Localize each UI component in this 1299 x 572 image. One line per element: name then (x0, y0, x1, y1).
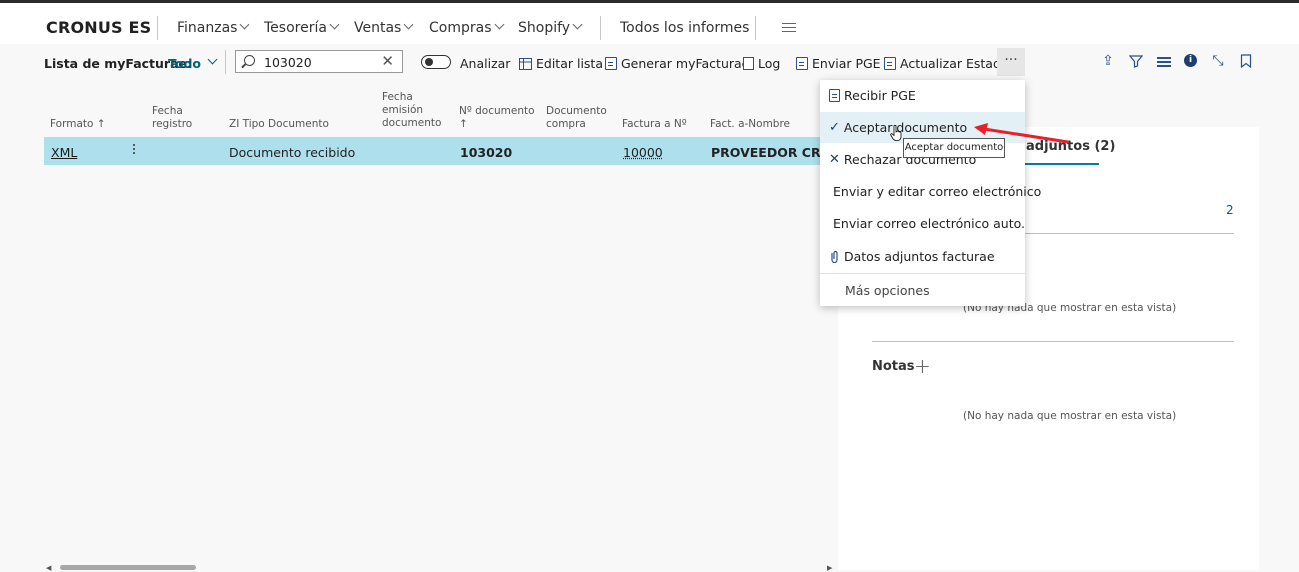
chevron-down-icon (207, 54, 218, 65)
edit-list-icon (519, 57, 532, 70)
column-header-factura-a[interactable]: Factura a Nº (622, 118, 687, 131)
cell-tipo-documento: Documento recibido (229, 145, 356, 160)
attachments-count[interactable]: 2 (1226, 203, 1234, 217)
search-input[interactable]: 103020 ✕ (235, 50, 403, 73)
scrollbar-thumb[interactable] (60, 565, 196, 570)
x-icon: ✕ (829, 152, 840, 167)
nav-separator (755, 16, 756, 40)
add-note-icon[interactable]: + (914, 354, 931, 378)
share-icon[interactable]: ⇪ (1101, 54, 1115, 68)
column-header-fecha-emision[interactable]: Fecha emisión documento (382, 91, 441, 130)
document-refresh-icon (884, 57, 896, 70)
nav-item-finanzas[interactable]: Finanzas (177, 19, 250, 36)
document-icon (829, 89, 840, 102)
company-name[interactable]: CRONUS ES (46, 18, 151, 37)
row-actions-icon[interactable] (133, 144, 136, 156)
toolbar-separator (225, 50, 226, 74)
filter-icon[interactable] (1129, 54, 1143, 68)
analyze-toggle[interactable] (421, 55, 451, 69)
nav-item-shopify[interactable]: Shopify (518, 19, 583, 36)
list-view-icon[interactable] (1157, 57, 1171, 71)
cell-n-documento: 103020 (460, 145, 513, 160)
hand-cursor-icon (890, 125, 902, 141)
analyze-label: Analizar (460, 56, 511, 71)
section-divider (872, 341, 1234, 342)
scroll-right-icon[interactable]: ▶ (827, 564, 832, 572)
cell-factura-a[interactable]: 10000 (623, 145, 663, 160)
empty-message: (No hay nada que mostrar en esta vista) (963, 410, 1177, 422)
send-pge-button[interactable]: Enviar PGE (796, 56, 881, 71)
top-navigation: CRONUS ES Finanzas Tesorería Ventas Comp… (0, 3, 1299, 44)
menu-divider (820, 273, 1025, 274)
column-header-n-documento[interactable]: Nº documento ↑ (459, 105, 535, 131)
bookmark-icon[interactable] (1240, 54, 1254, 68)
menu-item-enviar-editar-correo[interactable]: Enviar y editar correo electrónico (820, 176, 1041, 207)
generate-myfacturae-button[interactable]: Generar myFacturae (605, 56, 749, 71)
menu-item-recibir-pge[interactable]: Recibir PGE (820, 80, 1025, 111)
cell-formato[interactable]: XML (51, 145, 77, 160)
log-button[interactable]: Log (743, 56, 780, 71)
menu-item-datos-adjuntos[interactable]: Datos adjuntos facturae (820, 241, 1025, 272)
menu-item-enviar-correo-auto[interactable]: Enviar correo electrónico auto. (820, 208, 1025, 239)
document-icon (605, 57, 617, 70)
column-header-nombre[interactable]: Fact. a-Nombre (710, 118, 790, 131)
nav-item-compras[interactable]: Compras (429, 19, 504, 36)
collapse-icon[interactable]: ⤡ (1211, 54, 1225, 68)
paperclip-icon (831, 250, 838, 263)
nav-separator (600, 16, 601, 40)
chevron-down-icon (329, 19, 340, 30)
filter-view-selector[interactable]: Todo (168, 54, 218, 71)
cell-nombre: PROVEEDOR CRONU (711, 145, 821, 160)
nav-item-todos-informes[interactable]: Todos los informes (620, 20, 749, 36)
annotation-arrow (974, 123, 1069, 144)
page-icon (743, 57, 754, 70)
chevron-down-icon (494, 19, 504, 30)
horizontal-scrollbar[interactable]: ◀ ▶ (44, 563, 838, 572)
chevron-down-icon (403, 19, 414, 30)
info-icon[interactable]: i (1184, 54, 1197, 67)
search-icon (244, 55, 255, 66)
check-icon: ✓ (829, 120, 840, 135)
column-header-formato[interactable]: Formato ↑ (50, 118, 106, 131)
menu-item-mas-opciones[interactable]: Más opciones (820, 275, 1025, 306)
column-header-fecha-registro[interactable]: Fecha registro (152, 105, 192, 131)
hamburger-icon[interactable] (782, 23, 796, 35)
column-header-tipo-documento[interactable]: ZI Tipo Documento (229, 118, 329, 131)
close-icon[interactable]: ✕ (381, 52, 394, 70)
update-status-button[interactable]: Actualizar Estado (884, 56, 1009, 71)
chevron-down-icon (572, 19, 583, 30)
more-options-menu: Recibir PGE ✓ Aceptar documento ✕ Rechaz… (820, 80, 1041, 306)
scroll-left-icon[interactable]: ◀ (46, 564, 51, 572)
edit-list-button[interactable]: Editar lista (519, 56, 603, 71)
chevron-down-icon (240, 19, 250, 30)
notes-title: Notas (872, 359, 915, 374)
nav-separator (157, 16, 158, 40)
nav-item-tesoreria[interactable]: Tesorería (264, 19, 340, 36)
column-header-documento-compra[interactable]: Documento compra (546, 105, 607, 131)
search-value: 103020 (264, 55, 312, 70)
nav-item-ventas[interactable]: Ventas (354, 19, 414, 36)
more-options-button[interactable]: ··· (997, 48, 1025, 76)
document-send-icon (796, 57, 808, 70)
